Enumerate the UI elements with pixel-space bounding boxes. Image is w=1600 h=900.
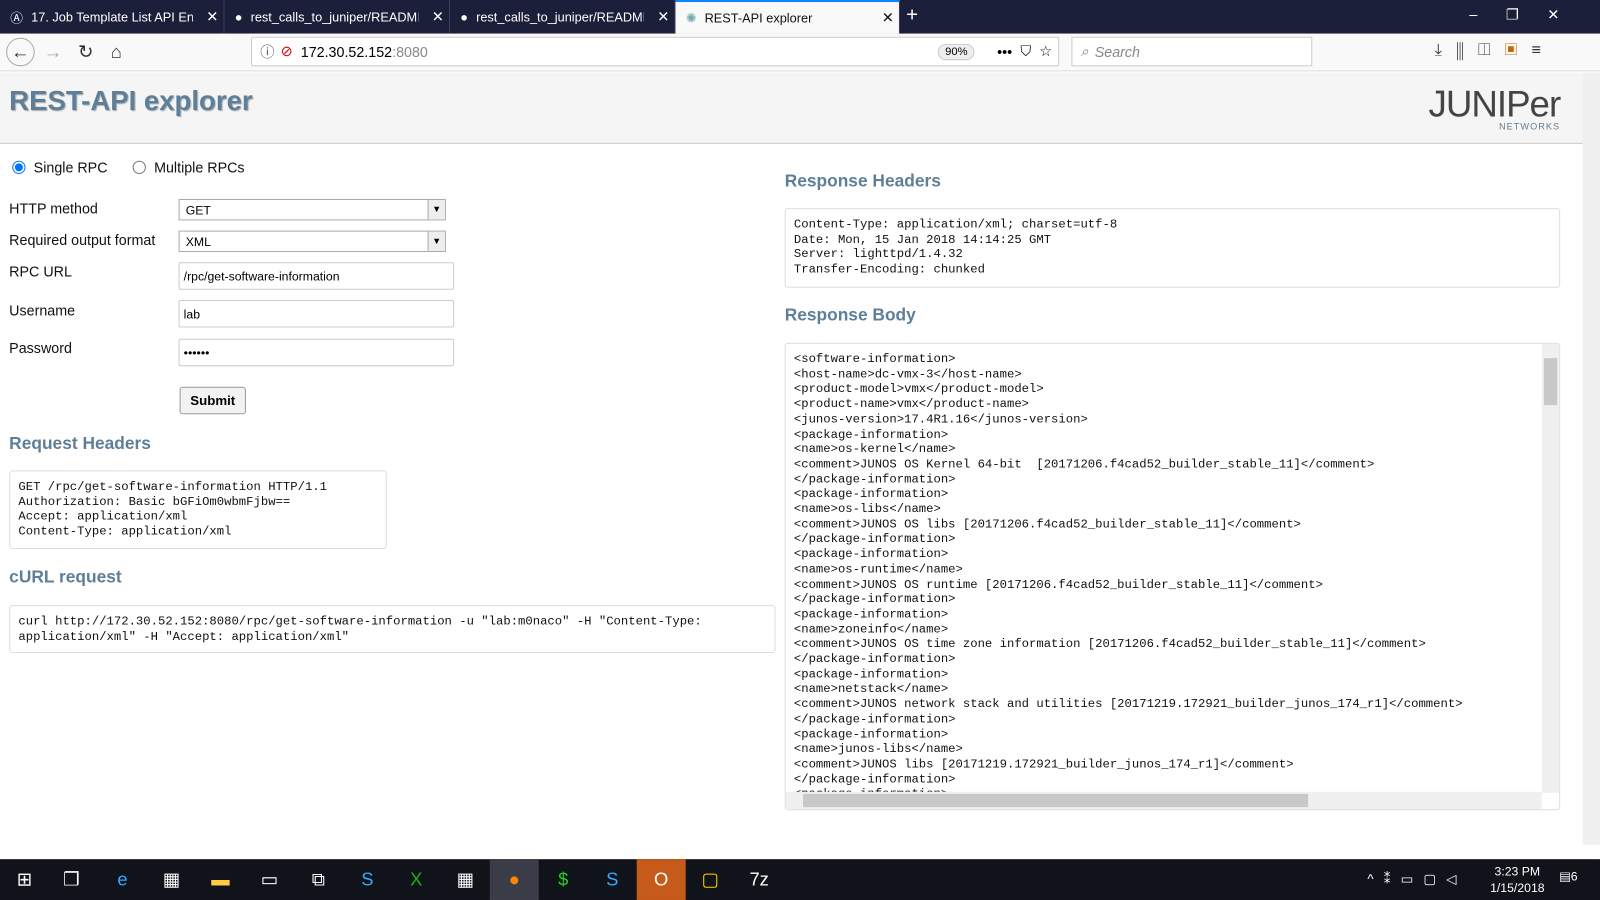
submit-button[interactable]: Submit [179,386,246,415]
zoom-indicator[interactable]: 90% [937,43,975,60]
page-title: REST-API explorer [9,85,253,117]
rpc-url-input[interactable]: /rpc/get-software-information [178,262,455,290]
search-icon: ⌕ [1080,42,1089,60]
radio-multiple[interactable] [132,159,146,176]
sidebar-icon[interactable]: ◫ [1478,42,1505,59]
address-bar[interactable]: ⓘ ⊘ 172.30.52.152:8080 90% ••• ⛉ ☆ [251,36,1060,67]
username-label: Username [9,302,76,319]
skype-business-icon[interactable]: S [343,859,392,900]
taskbar: ⊞ ❒ e ▦ ▬ ▭ ⧉ S X ▦ ● $ S O ▢ 7z ^⁑▭▢◁ 3… [0,859,1600,900]
request-headers-title: Request Headers [9,433,151,454]
password-input[interactable]: •••••• [178,338,455,367]
home-button[interactable]: ⌂ [102,38,131,67]
request-headers-box: GET /rpc/get-software-information HTTP/1… [9,470,387,549]
page-content: REST-API explorer JUNIPer NETWORKS Single… [0,72,1583,845]
download-icon[interactable]: ⤓ [1435,42,1457,59]
pocket-icon[interactable]: ⛉ [1020,43,1031,60]
page-header: REST-API explorer JUNIPer NETWORKS [0,72,1583,144]
task-view-icon[interactable]: ❒ [47,859,96,900]
tab-rest-api-explorer[interactable]: ✺ REST-API explorer ✕ [675,0,900,34]
firefox-icon[interactable]: ● [489,859,539,900]
response-body-hscroll[interactable] [785,791,1542,810]
response-headers-title: Response Headers [784,171,941,191]
password-label: Password [9,339,72,357]
response-body-vscroll[interactable] [1541,343,1560,793]
curl-request-box: curl http://172.30.52.152:8080/rpc/get-s… [9,605,776,654]
close-icon[interactable]: ✕ [652,8,674,25]
chevron-down-icon: ▼ [427,199,445,220]
calculator-icon[interactable]: ▦ [441,859,490,900]
windows-start-icon[interactable]: ⊞ [0,859,49,900]
toolbar-icons[interactable]: ⤓⫼◫▣≡ [1435,42,1556,60]
reload-button[interactable]: ↻ [71,38,100,67]
rpc-url-label: RPC URL [9,263,72,280]
window-controls[interactable]: –❐✕ [1469,6,1587,23]
menu-icon[interactable]: ≡ [1531,42,1555,59]
page-scrollbar[interactable] [1582,72,1600,845]
radio-multiple-rpcs[interactable]: Multiple RPCs [132,159,245,176]
notification-icon[interactable]: ▤6 [1559,869,1577,883]
radio-single-rpc[interactable]: Single RPC [12,159,108,176]
response-body-title: Response Body [784,305,916,325]
http-method-select[interactable]: GET ▼ [178,198,446,221]
info-icon[interactable]: ⓘ [260,41,274,61]
terminal-icon[interactable]: ▭ [245,859,294,900]
close-icon[interactable]: ✕ [201,8,223,25]
app-icon-2[interactable]: ▢ [686,859,735,900]
clock[interactable]: 3:23 PM 1/15/2018 [1482,863,1553,896]
tab-github-2[interactable]: ● rest_calls_to_juniper/README.n ✕ [450,0,676,34]
http-method-label: HTTP method [9,199,98,217]
file-explorer-icon[interactable]: ▬ [196,859,245,900]
close-icon[interactable]: ✕ [427,8,449,25]
excel-icon[interactable]: X [392,859,441,900]
ie-icon[interactable]: e [98,859,147,900]
tab-bar: Ⓐ17. Job Template List API Endpo✕ ●rest_… [0,0,1600,34]
7zip-icon[interactable]: 7z [735,859,784,900]
outlook-icon[interactable]: O [636,859,686,900]
app-s-icon[interactable]: $ [539,859,588,900]
system-tray-icons[interactable]: ^⁑▭▢◁ [1367,871,1466,887]
ansible-icon: Ⓐ [10,11,23,26]
network-app-icon[interactable]: ⧉ [294,859,343,900]
insecure-lock-icon: ⊘ [280,42,293,60]
curl-request-title: cURL request [9,567,122,587]
github-icon: ● [234,9,243,24]
library-icon[interactable]: ⫼ [1456,42,1478,59]
response-body-box: <software-information> <host-name>dc-vmx… [784,342,1561,811]
output-format-label: Required output format [9,231,156,248]
back-button[interactable]: ← [6,37,35,67]
radio-single[interactable] [12,159,26,176]
chevron-down-icon: ▼ [427,231,445,252]
new-tab-button[interactable]: + [906,4,918,27]
tab-ansible[interactable]: Ⓐ17. Job Template List API Endpo✕ [0,0,225,34]
page-actions-icon[interactable]: ••• [997,43,1012,59]
output-format-select[interactable]: XML ▼ [178,230,446,253]
bookmark-star-icon[interactable]: ☆ [1039,43,1052,60]
close-icon[interactable]: ✕ [877,9,899,26]
app-icon[interactable]: ▦ [147,859,196,900]
search-input[interactable]: ⌕ Search [1071,36,1313,67]
nav-bar: ← → ↻ ⌂ ⓘ ⊘ 172.30.52.152:8080 90% ••• ⛉… [0,33,1600,72]
tab-github-1[interactable]: ● rest_calls_to_juniper/README.n ✕ [224,0,450,34]
juniper-favicon: ✺ [685,11,697,26]
extension-icon[interactable]: ▣ [1505,42,1532,59]
response-headers-box: Content-Type: application/xml; charset=u… [784,208,1561,288]
username-input[interactable]: lab [178,299,455,328]
juniper-logo: JUNIPer NETWORKS [1428,82,1562,132]
forward-button[interactable]: → [39,38,68,67]
skype-icon[interactable]: S [588,859,637,900]
github-icon: ● [460,9,468,24]
